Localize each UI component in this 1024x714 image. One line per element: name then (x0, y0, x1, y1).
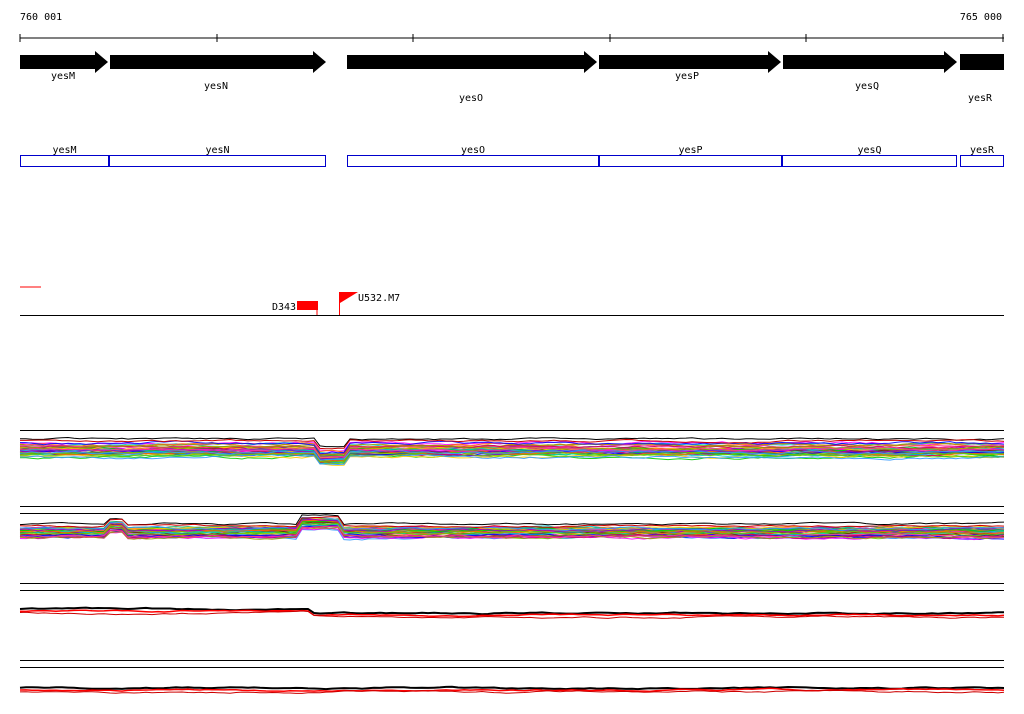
gene-label: yesR (968, 93, 993, 104)
transcript-yesP: yesP (599, 145, 782, 167)
gene-arrow-shape (599, 51, 781, 73)
transcript-yesQ: yesQ (782, 145, 957, 167)
transcript-label: yesQ (857, 145, 881, 156)
expression-track-4 (19, 667, 1005, 694)
gene-arrows-track: yesM yesN yesO yesP yesQ yesR (20, 51, 1004, 104)
gene-arrow-shape (783, 51, 957, 73)
gene-label: yesP (675, 71, 699, 82)
gene-label: yesN (204, 81, 228, 92)
transcript-box (20, 155, 109, 167)
feature-track: D343 U532.M7 (20, 286, 1004, 316)
gene-label: yesQ (855, 81, 879, 92)
gene-yesR: yesR (960, 54, 1004, 104)
genome-tracks-canvas: yesMyesNyesOyesPyesQyesR yesM yesN yesO yes… (19, 34, 1005, 694)
transcript-label: yesP (678, 145, 702, 156)
transcript-box (599, 155, 782, 167)
feature-block (297, 301, 318, 310)
expression-track-2 (19, 513, 1005, 584)
transcript-boxes-track: yesM yesN yesO yesP yesQ yesR (20, 145, 1004, 167)
transcript-yesO: yesO (347, 145, 599, 167)
gene-arrow-shape (347, 51, 597, 73)
transcript-box (960, 155, 1004, 167)
expression-line (19, 685, 1005, 691)
gene-yesP: yesP (599, 51, 781, 82)
feature-label: U532.M7 (358, 293, 400, 304)
expression-line (19, 514, 1005, 526)
transcript-yesR: yesR (960, 145, 1004, 167)
flag-shape (340, 292, 358, 303)
expression-line (19, 689, 1005, 694)
transcript-label: yesO (461, 145, 485, 156)
transcript-box (347, 155, 599, 167)
expression-track-3 (19, 590, 1005, 661)
coordinate-ruler (19, 34, 1004, 42)
expression-tracks (19, 430, 1005, 694)
transcript-box (782, 155, 957, 167)
gene-yesN: yesN (110, 51, 326, 92)
transcript-yesN: yesN (109, 145, 326, 167)
transcript-label: yesM (52, 145, 76, 156)
transcript-label: yesN (205, 145, 229, 156)
gene-label: yesM (51, 71, 75, 82)
transcript-yesM: yesM (20, 145, 109, 167)
expression-line (19, 606, 1004, 616)
gene-arrow-shape (110, 51, 326, 73)
gene-arrow-body (960, 54, 1004, 70)
feature-d343: D343 (272, 301, 318, 315)
gene-label: yesO (459, 93, 483, 104)
gene-yesQ: yesQ (783, 51, 957, 92)
expression-track-1 (19, 430, 1005, 507)
feature-flag: U532.M7 (339, 292, 400, 315)
feature-label: D343 (272, 302, 296, 313)
transcript-label: yesR (970, 145, 995, 156)
genome-browser-view: 760 001 765 000 yesM yesN yesO yesP yesQ yesR… (0, 0, 1024, 714)
transcript-box (109, 155, 326, 167)
gene-yesM: yesM (20, 51, 108, 82)
gene-arrow-shape (20, 51, 108, 73)
gene-yesO: yesO (347, 51, 597, 104)
